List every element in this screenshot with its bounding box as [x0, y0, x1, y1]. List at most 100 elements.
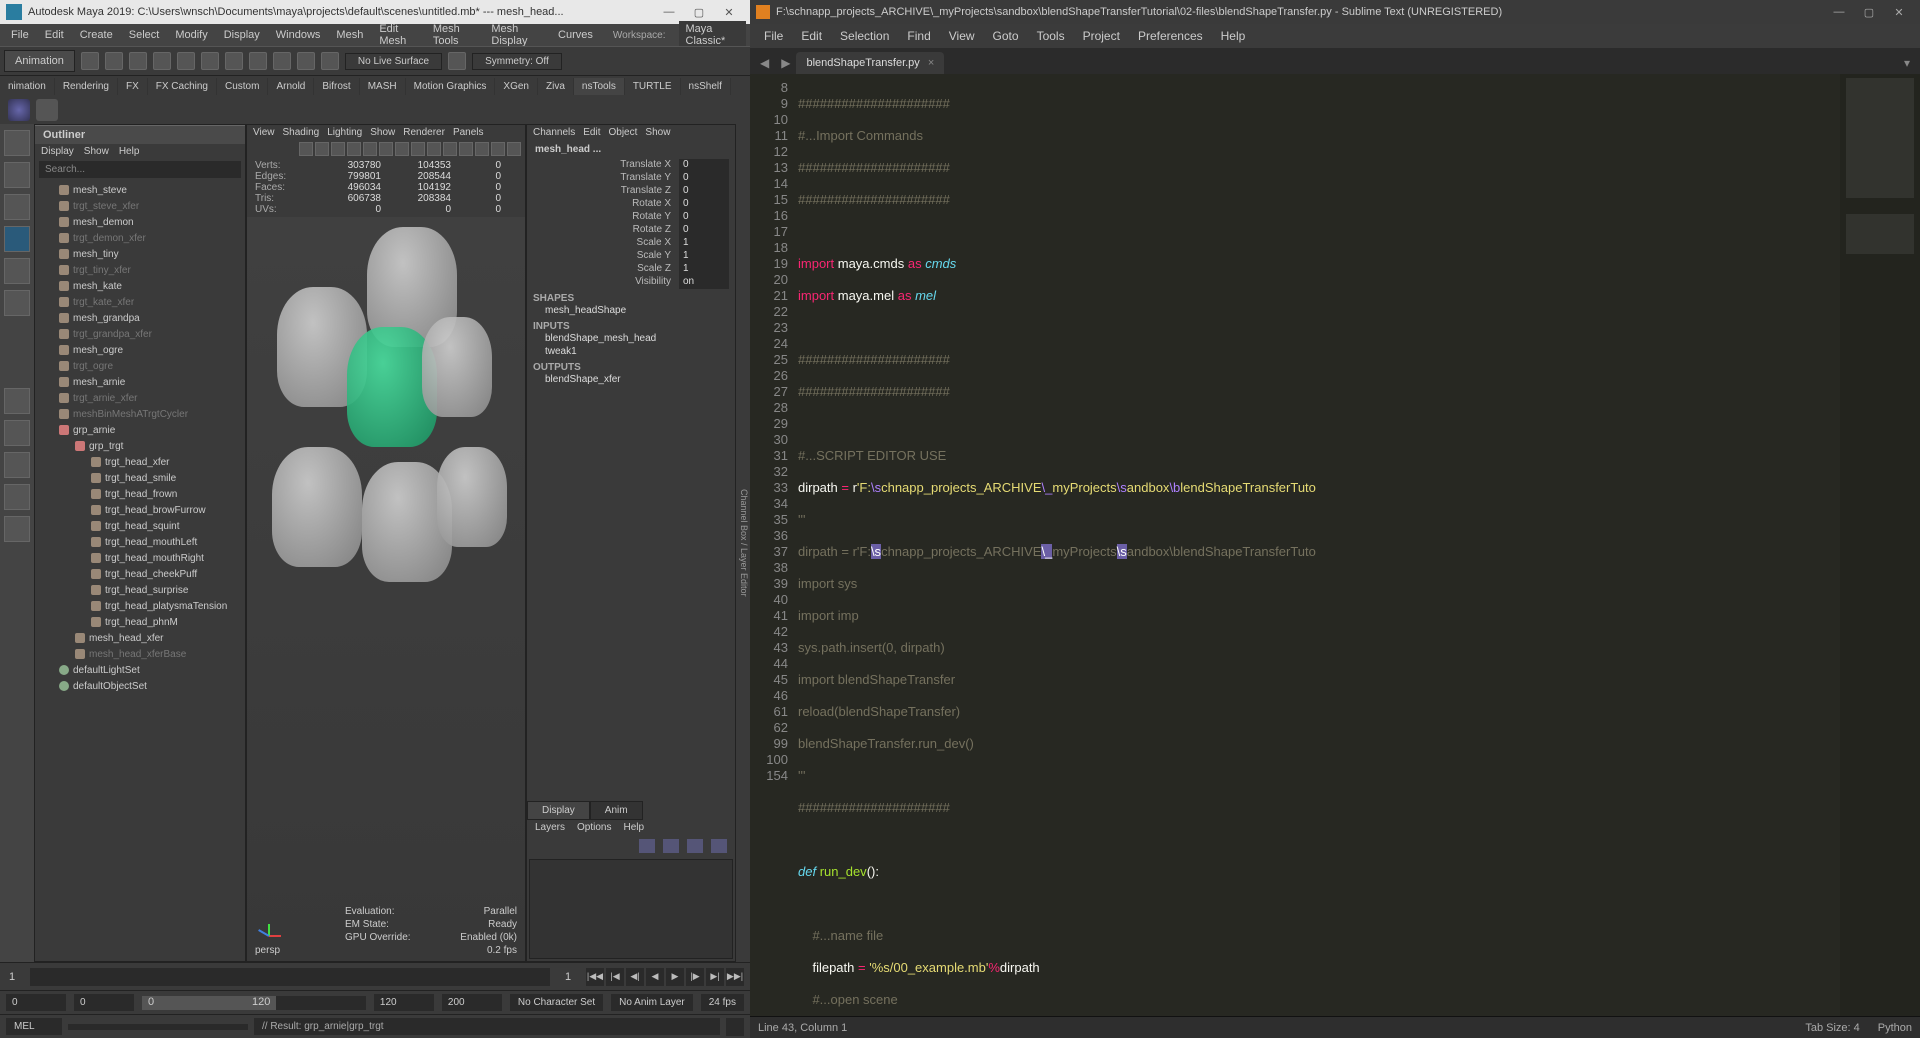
attr-value[interactable]: 1 — [679, 250, 729, 263]
outliner-item[interactable]: trgt_head_cheekPuff — [35, 566, 245, 582]
step-back-icon[interactable]: ◀| — [626, 968, 644, 986]
gutter[interactable]: 8910111213141516171819202122232425262728… — [750, 74, 798, 1016]
layer-tab-anim[interactable]: Anim — [590, 801, 643, 820]
shelf-button-m[interactable] — [8, 99, 30, 121]
shelf-tab[interactable]: Bifrost — [314, 78, 359, 95]
menu-select[interactable]: Select — [122, 27, 167, 43]
animlayer-dropdown[interactable]: No Anim Layer — [611, 994, 693, 1011]
attr-value[interactable]: 1 — [679, 237, 729, 250]
vp-icon[interactable] — [411, 142, 425, 156]
st-menu-view[interactable]: View — [941, 26, 983, 46]
cb-menu-edit[interactable]: Edit — [583, 127, 600, 138]
layer-menu-options[interactable]: Options — [577, 822, 611, 833]
shelf-button-2[interactable] — [36, 99, 58, 121]
paint-tool[interactable] — [4, 194, 30, 220]
cb-input-node[interactable]: blendShape_mesh_head — [527, 332, 735, 345]
layer-list[interactable] — [529, 859, 733, 959]
channelbox-side-tab[interactable]: Channel Box / Layer Editor — [736, 124, 750, 962]
play-back-icon[interactable]: ◀ — [646, 968, 664, 986]
vp-icon[interactable] — [363, 142, 377, 156]
outliner-item[interactable]: trgt_kate_xfer — [35, 294, 245, 310]
shelf-tab[interactable]: Ziva — [538, 78, 574, 95]
menu-mesh[interactable]: Mesh — [329, 27, 370, 43]
st-menu-edit[interactable]: Edit — [793, 26, 830, 46]
outliner-item[interactable]: trgt_arnie_xfer — [35, 390, 245, 406]
outliner-item[interactable]: trgt_head_platysmaTension — [35, 598, 245, 614]
cb-output-node[interactable]: blendShape_xfer — [527, 373, 735, 386]
vp-icon[interactable] — [315, 142, 329, 156]
vp-menu-panels[interactable]: Panels — [453, 127, 484, 138]
code-area[interactable]: ##################### #...Import Command… — [798, 74, 1840, 1016]
minimize-button[interactable]: — — [1824, 6, 1854, 18]
vp-icon[interactable] — [347, 142, 361, 156]
mode-dropdown[interactable]: Animation — [4, 50, 75, 72]
mesh-head[interactable] — [422, 317, 492, 417]
vp-icon[interactable] — [427, 142, 441, 156]
attr-value[interactable]: 0 — [679, 159, 729, 172]
menu-meshdisplay[interactable]: Mesh Display — [484, 21, 549, 49]
anim-end-field[interactable]: 200 — [442, 994, 502, 1011]
mesh-head[interactable] — [272, 447, 362, 567]
viewport-3d-canvas[interactable]: Evaluation:Parallel EM State:Ready GPU O… — [247, 217, 525, 961]
scale-tool[interactable] — [4, 290, 30, 316]
outliner-item[interactable]: mesh_kate — [35, 278, 245, 294]
status-linecol[interactable]: Line 43, Column 1 — [758, 1022, 847, 1034]
outliner-item[interactable]: trgt_steve_xfer — [35, 198, 245, 214]
layer-menu-layers[interactable]: Layers — [535, 822, 565, 833]
time-slider[interactable]: 1 1 |◀◀ |◀ ◀| ◀ ▶ |▶ ▶| ▶▶| — [0, 962, 750, 990]
snap-plane-icon[interactable] — [297, 52, 315, 70]
undo-icon[interactable] — [153, 52, 171, 70]
time-track[interactable] — [30, 968, 550, 986]
cb-menu-channels[interactable]: Channels — [533, 127, 575, 138]
layout-single[interactable] — [4, 388, 30, 414]
layer-tab-display[interactable]: Display — [527, 801, 590, 820]
outliner-item[interactable]: trgt_head_browFurrow — [35, 502, 245, 518]
tab-close-icon[interactable]: × — [928, 57, 934, 69]
vp-icon[interactable] — [459, 142, 473, 156]
outliner-item[interactable]: trgt_head_surprise — [35, 582, 245, 598]
shelf-tab[interactable]: Arnold — [268, 78, 314, 95]
outliner-item[interactable]: mesh_demon — [35, 214, 245, 230]
range-start-field[interactable]: 0 — [74, 994, 134, 1011]
open-scene-icon[interactable] — [105, 52, 123, 70]
outliner-item[interactable]: meshBinMeshATrgtCycler — [35, 406, 245, 422]
cb-node-name[interactable]: mesh_head ... — [527, 140, 735, 159]
st-menu-tools[interactable]: Tools — [1029, 26, 1073, 46]
lasso-tool[interactable] — [4, 162, 30, 188]
outliner-item[interactable]: trgt_head_phnM — [35, 614, 245, 630]
select-mode-icon[interactable] — [201, 52, 219, 70]
attr-value[interactable]: 0 — [679, 224, 729, 237]
outliner-item[interactable]: trgt_head_frown — [35, 486, 245, 502]
attr-value[interactable]: 0 — [679, 198, 729, 211]
menu-file[interactable]: File — [4, 27, 36, 43]
layer-icon[interactable] — [639, 839, 655, 853]
vp-menu-show[interactable]: Show — [370, 127, 395, 138]
st-menu-goto[interactable]: Goto — [985, 26, 1027, 46]
snap-grid-icon[interactable] — [225, 52, 243, 70]
menu-windows[interactable]: Windows — [269, 27, 328, 43]
shelf-tab[interactable]: XGen — [495, 78, 538, 95]
outliner-item[interactable]: mesh_grandpa — [35, 310, 245, 326]
menu-editmesh[interactable]: Edit Mesh — [372, 21, 424, 49]
outliner-item[interactable]: mesh_ogre — [35, 342, 245, 358]
outliner-item[interactable]: mesh_steve — [35, 182, 245, 198]
symmetry-dropdown[interactable]: Symmetry: Off — [472, 53, 562, 70]
vp-menu-view[interactable]: View — [253, 127, 275, 138]
maximize-button[interactable]: ▢ — [684, 6, 714, 19]
go-end-icon[interactable]: ▶▶| — [726, 968, 744, 986]
new-scene-icon[interactable] — [81, 52, 99, 70]
close-button[interactable]: ✕ — [714, 6, 744, 19]
cmd-lang-toggle[interactable]: MEL — [6, 1018, 62, 1035]
step-fwd-icon[interactable]: |▶ — [686, 968, 704, 986]
attr-value[interactable]: 0 — [679, 185, 729, 198]
vp-menu-lighting[interactable]: Lighting — [327, 127, 362, 138]
range-end-field[interactable]: 120 — [374, 994, 434, 1011]
shelf-tab[interactable]: nsShelf — [681, 78, 731, 95]
layout-two-h[interactable] — [4, 452, 30, 478]
st-menu-project[interactable]: Project — [1075, 26, 1128, 46]
outliner-menu-help[interactable]: Help — [119, 146, 140, 157]
play-fwd-icon[interactable]: ▶ — [666, 968, 684, 986]
vp-menu-shading[interactable]: Shading — [283, 127, 320, 138]
mesh-head[interactable] — [437, 447, 507, 547]
outliner-item[interactable]: trgt_head_mouthRight — [35, 550, 245, 566]
